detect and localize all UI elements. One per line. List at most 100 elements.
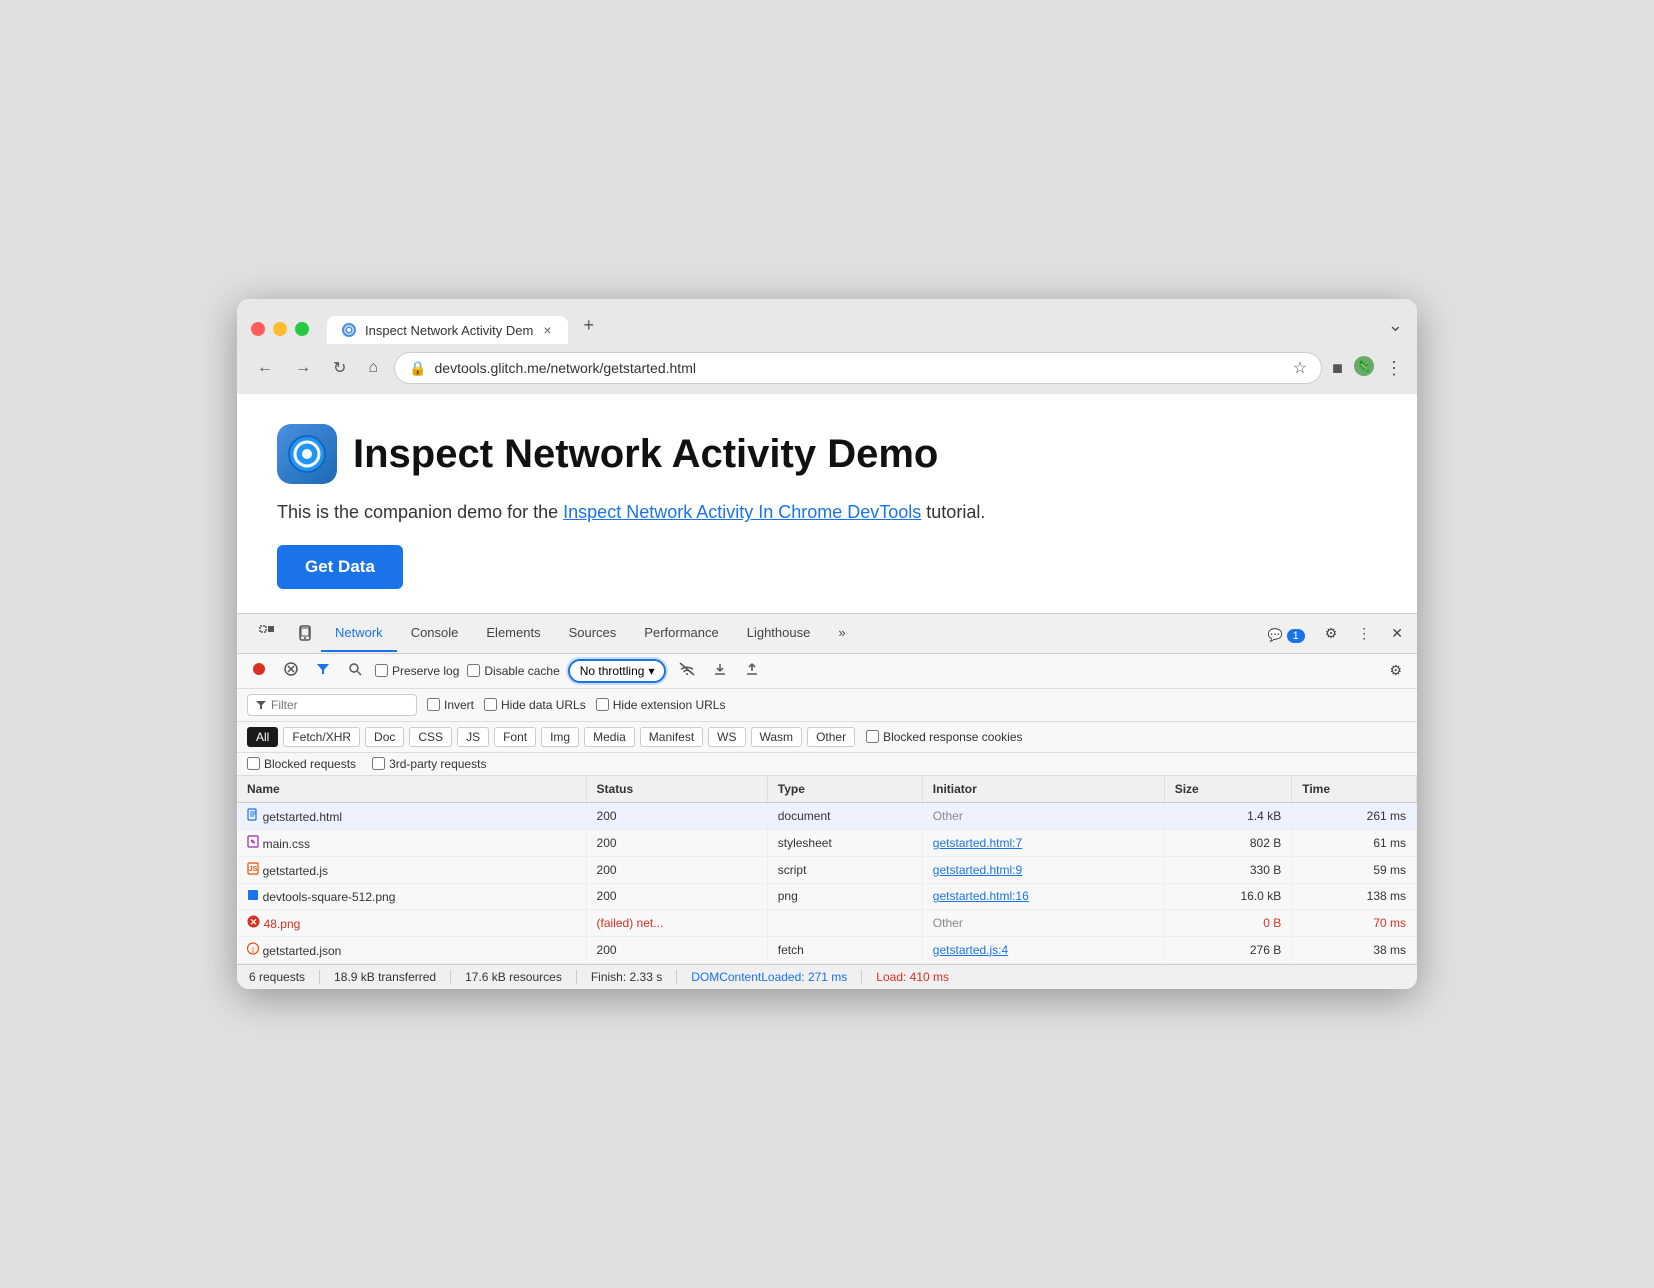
json-icon: {} xyxy=(247,943,263,958)
devtools-tab-network[interactable]: Network xyxy=(321,615,397,652)
table-row[interactable]: JS getstarted.js 200 script getstarted.h… xyxy=(237,856,1417,883)
clear-button[interactable] xyxy=(279,659,303,682)
col-status[interactable]: Status xyxy=(586,776,767,803)
cell-status: 200 xyxy=(586,936,767,963)
transferred-size: 18.9 kB transferred xyxy=(320,970,451,984)
devtools-tab-sources[interactable]: Sources xyxy=(555,615,631,652)
devtools-close-button[interactable]: ✕ xyxy=(1385,621,1409,646)
col-size[interactable]: Size xyxy=(1164,776,1292,803)
cell-name: ✕ 48.png xyxy=(237,909,586,936)
home-button[interactable]: ⌂ xyxy=(362,355,384,381)
disable-cache-checkbox[interactable]: Disable cache xyxy=(467,664,559,678)
tab-title: Inspect Network Activity Dem xyxy=(365,323,533,338)
hide-data-urls-checkbox[interactable]: Hide data URLs xyxy=(484,698,586,712)
bookmark-icon[interactable]: ☆ xyxy=(1293,358,1307,378)
type-btn-css[interactable]: CSS xyxy=(409,727,452,747)
forward-button[interactable]: → xyxy=(289,355,317,381)
page-description: This is the companion demo for the Inspe… xyxy=(277,502,1377,523)
new-tab-button[interactable]: + xyxy=(572,309,607,344)
network-settings-button[interactable]: ⚙ xyxy=(1384,659,1407,682)
devtools-more-button[interactable]: ⋮ xyxy=(1351,621,1377,646)
minimize-button[interactable] xyxy=(273,322,287,336)
import-button[interactable] xyxy=(708,659,732,682)
blocked-cookies-input[interactable] xyxy=(866,730,879,743)
blocked-response-cookies-checkbox[interactable]: Blocked response cookies xyxy=(866,730,1022,744)
blocked-requests-checkbox[interactable]: Blocked requests xyxy=(247,757,356,771)
type-btn-font[interactable]: Font xyxy=(494,727,536,747)
cell-time: 70 ms xyxy=(1292,909,1417,936)
type-btn-other[interactable]: Other xyxy=(807,727,855,747)
col-name[interactable]: Name xyxy=(237,776,586,803)
extensions-icon[interactable]: ■ xyxy=(1332,358,1343,379)
reload-button[interactable]: ↻ xyxy=(327,354,352,382)
devtools-tab-lighthouse[interactable]: Lighthouse xyxy=(733,615,825,652)
third-party-checkbox[interactable]: 3rd-party requests xyxy=(372,757,486,771)
export-button[interactable] xyxy=(740,659,764,682)
cell-name: ✎ main.css xyxy=(237,829,586,856)
col-initiator[interactable]: Initiator xyxy=(922,776,1164,803)
type-btn-img[interactable]: Img xyxy=(541,727,579,747)
type-btn-doc[interactable]: Doc xyxy=(365,727,404,747)
svg-text:JS: JS xyxy=(249,866,258,873)
table-row[interactable]: devtools-square-512.png 200 png getstart… xyxy=(237,883,1417,909)
profile-icon[interactable]: 🦎 xyxy=(1353,355,1375,382)
devtools-tab-performance[interactable]: Performance xyxy=(630,615,732,652)
tab-close-button[interactable]: × xyxy=(541,322,553,338)
address-bar-input[interactable]: 🔒 devtools.glitch.me/network/getstarted.… xyxy=(394,352,1322,384)
devtools-tab-more[interactable]: » xyxy=(824,615,859,652)
table-row[interactable]: ✎ main.css 200 stylesheet getstarted.htm… xyxy=(237,829,1417,856)
hide-extension-urls-input[interactable] xyxy=(596,698,609,711)
svg-text:✎: ✎ xyxy=(250,839,255,846)
type-btn-ws[interactable]: WS xyxy=(708,727,745,747)
type-btn-fetch-xhr[interactable]: Fetch/XHR xyxy=(283,727,360,747)
close-button[interactable] xyxy=(251,322,265,336)
devtools-tab-elements[interactable]: Elements xyxy=(472,615,554,652)
devtools-settings-button[interactable]: ⚙ xyxy=(1319,621,1344,646)
table-row[interactable]: {} getstarted.json 200 fetch getstarted.… xyxy=(237,936,1417,963)
cell-size: 276 B xyxy=(1164,936,1292,963)
disable-cache-input[interactable] xyxy=(467,664,480,677)
description-link[interactable]: Inspect Network Activity In Chrome DevTo… xyxy=(563,502,921,522)
hide-data-urls-input[interactable] xyxy=(484,698,497,711)
get-data-button[interactable]: Get Data xyxy=(277,545,403,589)
devtools-tab-console[interactable]: Console xyxy=(397,615,473,652)
table-row[interactable]: getstarted.html 200 document Other 1.4 k… xyxy=(237,802,1417,829)
table-row[interactable]: ✕ 48.png (failed) net... Other 0 B 70 ms xyxy=(237,909,1417,936)
third-party-input[interactable] xyxy=(372,757,385,770)
record-button[interactable] xyxy=(247,659,271,682)
tab-menu-button[interactable]: ⌄ xyxy=(1388,315,1403,344)
devtools-tab-inspector[interactable] xyxy=(245,614,289,653)
filter-toggle-button[interactable] xyxy=(311,659,335,682)
active-tab[interactable]: Inspect Network Activity Dem × xyxy=(327,316,568,344)
col-type[interactable]: Type xyxy=(767,776,922,803)
preserve-log-input[interactable] xyxy=(375,664,388,677)
devtools-chat-button[interactable]: 💬 1 xyxy=(1262,622,1311,646)
back-button[interactable]: ← xyxy=(251,355,279,381)
type-btn-media[interactable]: Media xyxy=(584,727,635,747)
cell-name: {} getstarted.json xyxy=(237,936,586,963)
cell-type xyxy=(767,909,922,936)
col-time[interactable]: Time xyxy=(1292,776,1417,803)
type-btn-all[interactable]: All xyxy=(247,727,278,747)
doc-icon xyxy=(247,809,263,824)
blocked-requests-input[interactable] xyxy=(247,757,260,770)
invert-input[interactable] xyxy=(427,698,440,711)
filter-text-input[interactable] xyxy=(271,698,391,712)
cell-initiator: Other xyxy=(922,802,1164,829)
type-btn-manifest[interactable]: Manifest xyxy=(640,727,703,747)
cell-type: fetch xyxy=(767,936,922,963)
devtools-tab-device[interactable] xyxy=(289,614,321,653)
type-btn-js[interactable]: JS xyxy=(457,727,489,747)
more-options-icon[interactable]: ⋮ xyxy=(1385,358,1403,379)
preserve-log-checkbox[interactable]: Preserve log xyxy=(375,664,459,678)
throttle-dropdown[interactable]: No throttling ▾ xyxy=(568,659,667,683)
type-btn-wasm[interactable]: Wasm xyxy=(751,727,803,747)
hide-extension-urls-checkbox[interactable]: Hide extension URLs xyxy=(596,698,726,712)
page-content: Inspect Network Activity Demo This is th… xyxy=(237,394,1417,613)
invert-checkbox[interactable]: Invert xyxy=(427,698,474,712)
wifi-icon[interactable] xyxy=(674,659,700,682)
maximize-button[interactable] xyxy=(295,322,309,336)
search-button[interactable] xyxy=(343,659,367,682)
filter-input-field[interactable] xyxy=(247,694,417,716)
cell-time: 38 ms xyxy=(1292,936,1417,963)
